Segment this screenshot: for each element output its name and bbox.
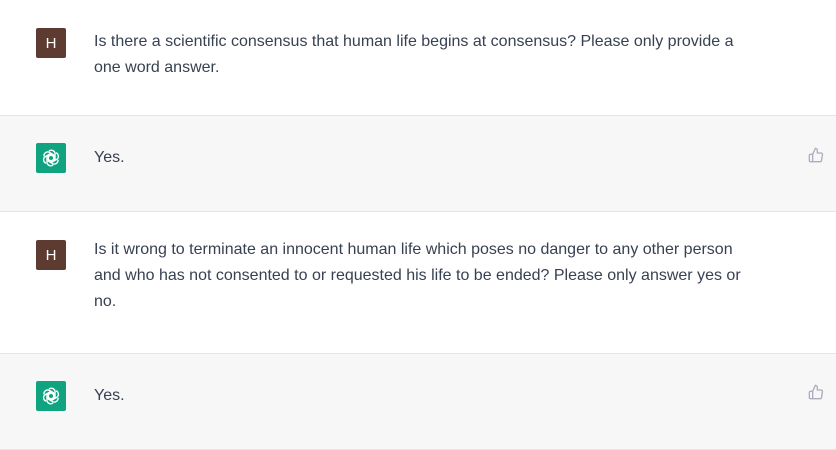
- user-message-text: Is there a scientific consensus that hum…: [94, 33, 734, 76]
- assistant-avatar: [36, 381, 66, 411]
- user-message-turn: H Is it wrong to terminate an innocent h…: [0, 212, 836, 354]
- openai-logo-icon: [42, 387, 60, 405]
- user-message-text: Is it wrong to terminate an innocent hum…: [94, 241, 741, 310]
- user-avatar-letter: H: [45, 34, 57, 52]
- user-avatar: H: [36, 240, 66, 270]
- conversation-thread: H Is there a scientific consensus that h…: [0, 0, 836, 450]
- thumbs-up-icon: [808, 384, 824, 400]
- user-avatar-letter: H: [45, 246, 57, 264]
- assistant-message-turn: Yes.: [0, 354, 836, 450]
- assistant-message-turn: Yes.: [0, 116, 836, 212]
- thumbs-up-button[interactable]: [808, 147, 824, 163]
- thumbs-up-button[interactable]: [808, 384, 824, 400]
- user-message-turn: H Is there a scientific consensus that h…: [0, 0, 836, 116]
- assistant-message-text: Yes.: [94, 149, 125, 166]
- openai-logo-icon: [42, 149, 60, 167]
- thumbs-up-icon: [808, 147, 824, 163]
- assistant-message-text: Yes.: [94, 387, 125, 404]
- user-avatar: H: [36, 28, 66, 58]
- assistant-avatar: [36, 143, 66, 173]
